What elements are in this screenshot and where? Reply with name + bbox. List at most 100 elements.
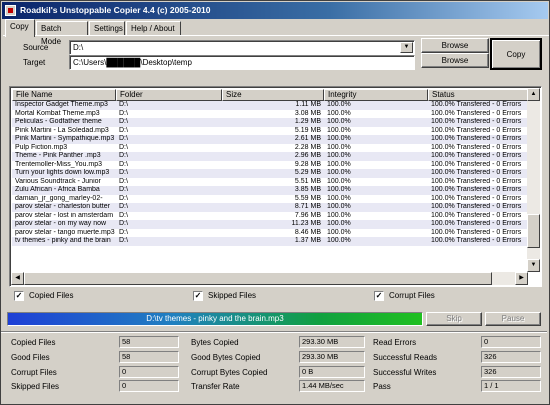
table-cell: 9.28 MB (294, 160, 321, 168)
table-cell: 100.0% Transfered - 0 Errors (431, 135, 522, 142)
table-row[interactable]: Turn your lights down low.mp3 D:\ 5.29 MB 1… (12, 169, 528, 178)
table-cell: 3.85 MB (294, 186, 321, 193)
successful-reads-stat-label: Successful Reads (373, 353, 438, 362)
table-row[interactable]: parov stelar - charleston butter D:\ 8.71 … (12, 203, 528, 212)
column-file-name[interactable]: File Name (12, 89, 116, 101)
table-cell: D:\ (119, 109, 128, 117)
table-row[interactable]: parov stelar - tango muerte.mp3 D:\ 8.46 M… (12, 229, 528, 238)
table-cell: 100.0% Transfered - 0 Errors (431, 177, 522, 185)
table-cell: parov stelar - lost in amsterdam (15, 211, 114, 219)
table-cell: D:\ (119, 169, 128, 176)
table-cell: Pulp Fiction.mp3 (15, 143, 68, 151)
column-status[interactable]: Status (428, 89, 528, 101)
table-cell: Pink Martini - Sympathique.mp3 (15, 135, 115, 142)
corrupt-bytes-copied-stat-label: Corrupt Bytes Copied (191, 368, 268, 377)
scroll-left-icon[interactable]: ◀ (11, 272, 24, 285)
table-cell: 100.0% Transfered - 0 Errors (431, 160, 522, 168)
table-row[interactable]: Peliculas - Godfather theme D:\ 1.29 MB 100… (12, 118, 528, 127)
table-row[interactable]: Pink Martini - La Soledad.mp3 D:\ 5.19 MB 1… (12, 127, 528, 136)
vertical-scroll-thumb[interactable] (527, 214, 540, 248)
table-cell: 1.29 MB (294, 118, 321, 125)
list-header: File Name Folder Size Integrity Status (12, 89, 528, 101)
bytes-copied-stat-value: 293.30 MB (299, 336, 365, 348)
table-cell: 5.51 MB (294, 177, 321, 185)
tab-copy[interactable]: Copy (5, 19, 35, 37)
file-list[interactable]: File Name Folder Size Integrity Status I… (9, 86, 542, 287)
table-cell: D:\ (119, 177, 128, 185)
table-cell: D:\ (119, 194, 128, 202)
table-row[interactable]: Pulp Fiction.mp3 D:\ 2.28 MB 100.0% 100.0% T… (12, 144, 528, 153)
browse-source-button[interactable]: Browse (421, 38, 489, 53)
column-size[interactable]: Size (222, 89, 324, 101)
table-cell: 100.0% (327, 169, 351, 176)
tab-batch-mode[interactable]: Batch Mode (36, 21, 88, 46)
table-cell: 100.0% Transfered - 0 Errors (431, 194, 522, 202)
app-window: Roadkil's Unstoppable Copier 4.4 (c) 200… (0, 0, 550, 405)
browse-target-button[interactable]: Browse (421, 53, 489, 68)
tab-settings[interactable]: Settings (89, 21, 125, 36)
window-title: Roadkil's Unstoppable Copier 4.4 (c) 200… (20, 5, 211, 15)
pause-button[interactable]: Pause (485, 312, 541, 326)
table-row[interactable]: Trentemoller-Miss_You.mp3 D:\ 9.28 MB 100.0… (12, 161, 528, 170)
table-row[interactable]: damian_jr_gong_marley-02- D:\ 5.59 MB 100.0… (12, 195, 528, 204)
target-input[interactable]: C:\Users\██████\Desktop\temp (69, 55, 415, 70)
table-cell: 5.19 MB (294, 126, 321, 134)
table-cell: 100.0% Transfered - 0 Errors (431, 143, 522, 151)
skip-button[interactable]: Skip (426, 312, 482, 326)
dropdown-arrow-icon[interactable]: ▼ (400, 42, 413, 53)
table-row[interactable]: Pink Martini - Sympathique.mp3 D:\ 2.61 MB… (12, 135, 528, 144)
table-cell: 2.61 MB (294, 135, 321, 142)
table-row[interactable]: parov stelar - on my way now D:\ 11.23 MB 1… (12, 220, 528, 229)
stats-divider (1, 331, 547, 333)
table-cell: 100.0% (327, 194, 351, 202)
checkmark-icon[interactable]: ✓ (374, 291, 384, 301)
table-cell: 11.23 MB (291, 220, 321, 227)
table-row[interactable]: Various Soundtrack - Junior D:\ 5.51 MB 100… (12, 178, 528, 187)
table-row[interactable]: Theme - Pink Panther .mp3 D:\ 2.96 MB 100.0… (12, 152, 528, 161)
tab-help-about[interactable]: Help / About (126, 21, 181, 36)
source-value: D:\ (73, 43, 84, 52)
transfer-rate-stat-value: 1.44 MB/sec (299, 380, 365, 392)
table-cell: 100.0% Transfered - 0 Errors (431, 228, 522, 236)
target-label: Target (23, 58, 46, 67)
table-cell: 100.0% Transfered - 0 Errors (431, 169, 522, 176)
read-errors-stat-label: Read Errors (373, 338, 417, 347)
good-files-stat-value: 58 (119, 351, 179, 363)
table-cell: D:\ (119, 186, 128, 193)
column-integrity[interactable]: Integrity (324, 89, 428, 101)
horizontal-scroll-thumb[interactable] (24, 272, 492, 285)
table-row[interactable]: parov stelar - lost in amsterdam D:\ 7.96 … (12, 212, 528, 221)
skipped-files-label: Skipped Files (208, 291, 257, 300)
table-row[interactable]: Inspector Gadget Theme.mp3 D:\ 1.11 MB 100.… (12, 101, 528, 110)
scroll-up-icon[interactable]: ▲ (527, 88, 540, 101)
checkmark-icon[interactable]: ✓ (14, 291, 24, 301)
checkmark-icon[interactable]: ✓ (193, 291, 203, 301)
table-cell: 5.59 MB (294, 194, 321, 202)
table-cell: 1.37 MB (294, 237, 321, 244)
table-row[interactable]: tv themes - pinky and the brain D:\ 1.37 M… (12, 237, 528, 246)
read-errors-stat-value: 0 (481, 336, 541, 348)
source-combo[interactable]: D:\ ▼ (69, 40, 415, 55)
progress-bar: D:\tv themes - pinky and the brain.mp3 (7, 312, 423, 326)
corrupt-files-stat-label: Corrupt Files (11, 368, 57, 377)
corrupt-files-stat-value: 0 (119, 366, 179, 378)
transfer-rate-stat-label: Transfer Rate (191, 382, 240, 391)
copy-button[interactable]: Copy (490, 38, 542, 70)
table-cell: 100.0% (327, 126, 351, 134)
table-cell: Pink Martini - La Soledad.mp3 (15, 126, 109, 134)
title-bar: Roadkil's Unstoppable Copier 4.4 (c) 200… (2, 2, 548, 19)
horizontal-scrollbar[interactable]: ◀ ▶ (11, 272, 528, 285)
table-row[interactable]: Zulu African - Africa Bamba D:\ 3.85 MB 100… (12, 186, 528, 195)
vertical-scrollbar[interactable]: ▲ ▼ (527, 88, 540, 272)
table-cell: D:\ (119, 101, 128, 108)
scroll-down-icon[interactable]: ▼ (527, 259, 540, 272)
table-cell: 100.0% Transfered - 0 Errors (431, 109, 522, 117)
column-folder[interactable]: Folder (116, 89, 222, 101)
scroll-right-icon[interactable]: ▶ (515, 272, 528, 285)
table-cell: D:\ (119, 220, 128, 227)
target-value: C:\Users\██████\Desktop\temp (73, 58, 192, 67)
list-rows: Inspector Gadget Theme.mp3 D:\ 1.11 MB 100.… (12, 101, 528, 246)
table-cell: parov stelar - on my way now (15, 220, 107, 227)
table-cell: Trentemoller-Miss_You.mp3 (15, 160, 103, 168)
table-row[interactable]: Mortal Kombat Theme.mp3 D:\ 3.08 MB 100.0% 1… (12, 110, 528, 119)
